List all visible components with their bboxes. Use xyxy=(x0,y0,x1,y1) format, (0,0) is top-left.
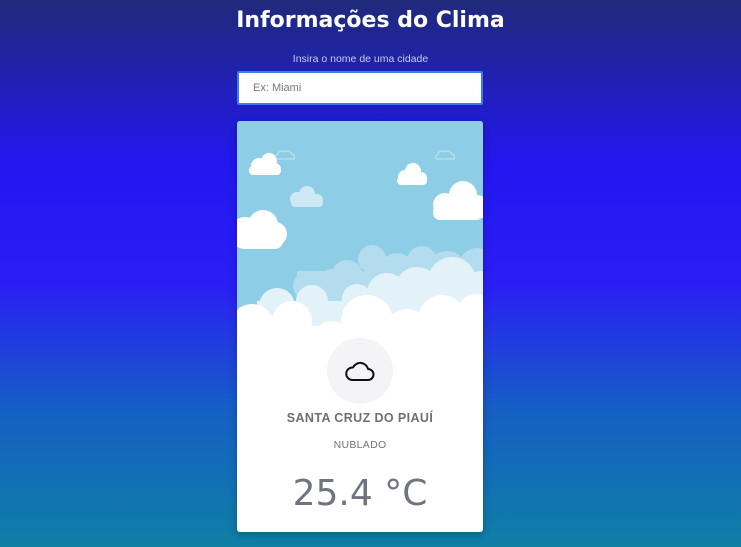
city-name: SANTA CRUZ DO PIAUÍ xyxy=(286,411,434,425)
page-title: Informações do Clima xyxy=(236,8,505,33)
search-label: Insira o nome de uma cidade xyxy=(292,53,429,65)
cloud-icon xyxy=(345,361,375,381)
weather-condition: NUBLADO xyxy=(333,439,387,451)
temperature: 25.4 °C xyxy=(292,473,428,514)
weather-icon-badge xyxy=(327,338,393,404)
weather-card: SANTA CRUZ DO PIAUÍ NUBLADO 25.4 °C xyxy=(237,121,483,532)
city-search-input[interactable] xyxy=(237,71,483,105)
